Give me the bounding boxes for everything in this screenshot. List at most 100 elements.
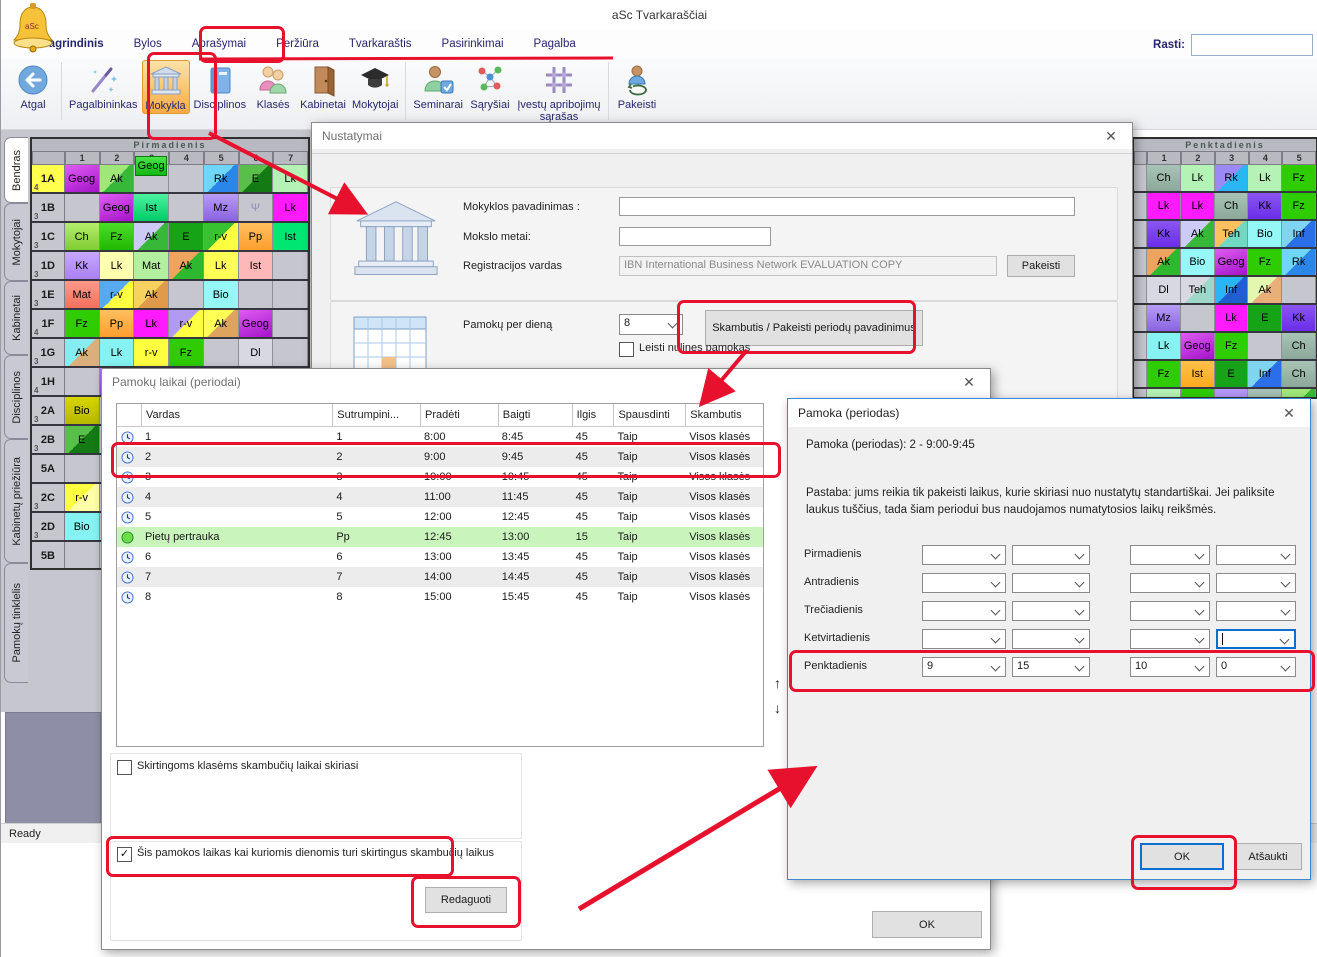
menu-item-pasirinkimai[interactable]: Pasirinkimai xyxy=(442,38,504,50)
day-time-select[interactable] xyxy=(1216,573,1296,593)
timetable-cell[interactable]: Rk xyxy=(1215,165,1249,191)
timetable-cell[interactable] xyxy=(273,339,308,366)
period-row[interactable]: Pietų pertraukaPp12:4513:0015TaipVisos k… xyxy=(117,527,763,547)
column-header-baigti[interactable]: Baigti xyxy=(498,404,572,426)
timetable-cell[interactable]: Ak xyxy=(1147,249,1181,275)
day-time-select[interactable] xyxy=(1130,629,1210,649)
period-row[interactable]: 7714:0014:4545TaipVisos klasės xyxy=(117,567,763,587)
timetable-cell[interactable]: Ist xyxy=(134,194,169,221)
column-header-ilgis[interactable]: Ilgis xyxy=(572,404,614,426)
timetable-cell[interactable]: Mat xyxy=(134,252,169,279)
timetable-cell[interactable]: Inf xyxy=(1282,221,1316,247)
toolbar-button-people[interactable]: Klasės xyxy=(250,60,296,112)
timetable-cell[interactable]: Lk xyxy=(1181,193,1215,219)
timetable-cell[interactable]: Fz xyxy=(169,339,204,366)
day-time-select[interactable] xyxy=(1012,629,1090,649)
timetable-cell[interactable]: Ist xyxy=(1181,361,1215,387)
sidebar-tab-kabinetai[interactable]: Kabinetai xyxy=(4,281,28,355)
timetable-cell[interactable] xyxy=(239,281,274,308)
timetable-cell[interactable]: Kk xyxy=(1248,193,1282,219)
periods-ok-button[interactable]: OK xyxy=(872,911,982,938)
column-header-vardas[interactable]: Vardas xyxy=(141,404,332,426)
timetable-cell[interactable]: Lk xyxy=(1248,165,1282,191)
timetable-cell[interactable]: Fz xyxy=(1147,361,1181,387)
menu-item-pagalba[interactable]: Pagalba xyxy=(534,38,576,50)
day-time-select[interactable]: 9 xyxy=(922,657,1006,677)
timetable-cell[interactable]: Ist xyxy=(239,252,274,279)
toolbar-button-cap[interactable]: Mokytojai xyxy=(350,60,400,112)
timetable-cell[interactable]: Pp xyxy=(100,310,135,337)
close-icon[interactable]: ✕ xyxy=(1100,128,1122,145)
timetable-cell[interactable] xyxy=(65,368,100,395)
timetable-cell[interactable] xyxy=(1282,277,1316,303)
timetable-cell[interactable]: Geog xyxy=(1181,333,1215,359)
timetable-cell[interactable]: r-v xyxy=(204,223,239,250)
timetable-cell[interactable]: E xyxy=(169,223,204,250)
toolbar-button-door[interactable]: Kabinetai xyxy=(298,60,348,112)
toolbar-button-seminar[interactable]: Seminarai xyxy=(411,60,465,112)
timetable-cell[interactable]: Kk xyxy=(1147,221,1181,247)
timetable-cell[interactable]: Geog xyxy=(239,310,274,337)
day-time-select[interactable] xyxy=(1130,545,1210,565)
timetable-cell[interactable]: Ch xyxy=(1215,193,1249,219)
day-time-select[interactable] xyxy=(922,629,1006,649)
timetable-cell[interactable]: Kk xyxy=(65,252,100,279)
timetable-cell[interactable] xyxy=(204,339,239,366)
timetable-cell[interactable]: Pp xyxy=(239,223,274,250)
column-header-spausdinti[interactable]: Spausdinti xyxy=(613,404,685,426)
timetable-cell[interactable]: E xyxy=(1215,361,1249,387)
timetable-cell[interactable]: Teh xyxy=(1215,221,1249,247)
day-time-select[interactable]: 15 xyxy=(1012,657,1090,677)
zero-lessons-checkbox[interactable]: Leisti nulines pamokas xyxy=(619,342,750,357)
move-down-icon[interactable]: ↓ xyxy=(774,700,781,716)
timetable-cell[interactable]: Fz xyxy=(65,310,100,337)
period-row[interactable]: 229:009:4545TaipVisos klasės xyxy=(117,447,763,467)
timetable-cell[interactable] xyxy=(65,542,100,569)
timetable-cell[interactable]: Ak xyxy=(134,223,169,250)
timetable-cell[interactable]: Ak xyxy=(1248,277,1282,303)
day-time-select[interactable] xyxy=(922,573,1006,593)
timetable-cell[interactable]: Lk xyxy=(100,252,135,279)
timetable-cell[interactable]: Ψ xyxy=(239,194,274,221)
toolbar-button-swap[interactable]: Pakeisti xyxy=(614,60,660,112)
different-day-bells-checkbox[interactable]: ✓ Šis pamokos laikas kai kuriomis dienom… xyxy=(117,847,507,862)
timetable-cell[interactable]: Fz xyxy=(1248,249,1282,275)
day-time-select[interactable]: 10 xyxy=(1130,657,1210,677)
sidebar-tab-disciplinos[interactable]: Disciplinos xyxy=(4,355,28,439)
period-ok-button[interactable]: OK xyxy=(1140,843,1224,870)
column-header-sutrumpini[interactable]: Sutrumpini... xyxy=(332,404,420,426)
period-row[interactable]: 3310:0010:4545TaipVisos klasės xyxy=(117,467,763,487)
timetable-cell[interactable]: Ch xyxy=(1147,165,1181,191)
timetable-cell[interactable]: Lk xyxy=(273,194,308,221)
timetable-cell[interactable]: Lk xyxy=(134,310,169,337)
timetable-cell[interactable]: Lk xyxy=(1215,305,1249,331)
period-row[interactable]: 4411:0011:4545TaipVisos klasės xyxy=(117,487,763,507)
timetable-cell[interactable]: Mat xyxy=(65,281,100,308)
school-name-input[interactable] xyxy=(619,197,1075,216)
school-year-input[interactable] xyxy=(619,227,771,246)
timetable-cell[interactable]: Bio xyxy=(65,397,100,424)
period-row[interactable]: 5512:0012:4545TaipVisos klasės xyxy=(117,507,763,527)
timetable-cell[interactable] xyxy=(169,165,204,192)
timetable-cell[interactable] xyxy=(273,252,308,279)
toolbar-button-wizard[interactable]: Pagalbininkas xyxy=(67,60,140,112)
toolbar-button-school[interactable]: Mokykla xyxy=(142,60,190,114)
move-up-icon[interactable]: ↑ xyxy=(774,675,781,691)
timetable-cell[interactable] xyxy=(273,310,308,337)
timetable-cell[interactable]: Ak xyxy=(65,339,100,366)
timetable-cell[interactable]: Lk xyxy=(204,252,239,279)
timetable-cell[interactable]: Bio xyxy=(1248,221,1282,247)
timetable-cell[interactable]: Geog xyxy=(134,165,169,192)
day-time-select[interactable] xyxy=(1130,601,1210,621)
day-time-select[interactable]: 0 xyxy=(1216,657,1296,677)
timetable-cell[interactable]: Geog xyxy=(65,165,100,192)
menu-item-tvarkaraštis[interactable]: Tvarkaraštis xyxy=(349,38,412,50)
period-cancel-button[interactable]: Atšaukti xyxy=(1234,843,1302,870)
period-row[interactable]: 8815:0015:4545TaipVisos klasės xyxy=(117,587,763,607)
timetable-cell[interactable]: Dl xyxy=(1147,277,1181,303)
timetable-cell[interactable]: Ch xyxy=(65,223,100,250)
timetable-cell[interactable] xyxy=(1181,305,1215,331)
timetable-cell[interactable]: Mz xyxy=(1147,305,1181,331)
timetable-cell[interactable]: Kk xyxy=(1282,305,1316,331)
timetable-cell[interactable]: Bio xyxy=(65,513,100,540)
